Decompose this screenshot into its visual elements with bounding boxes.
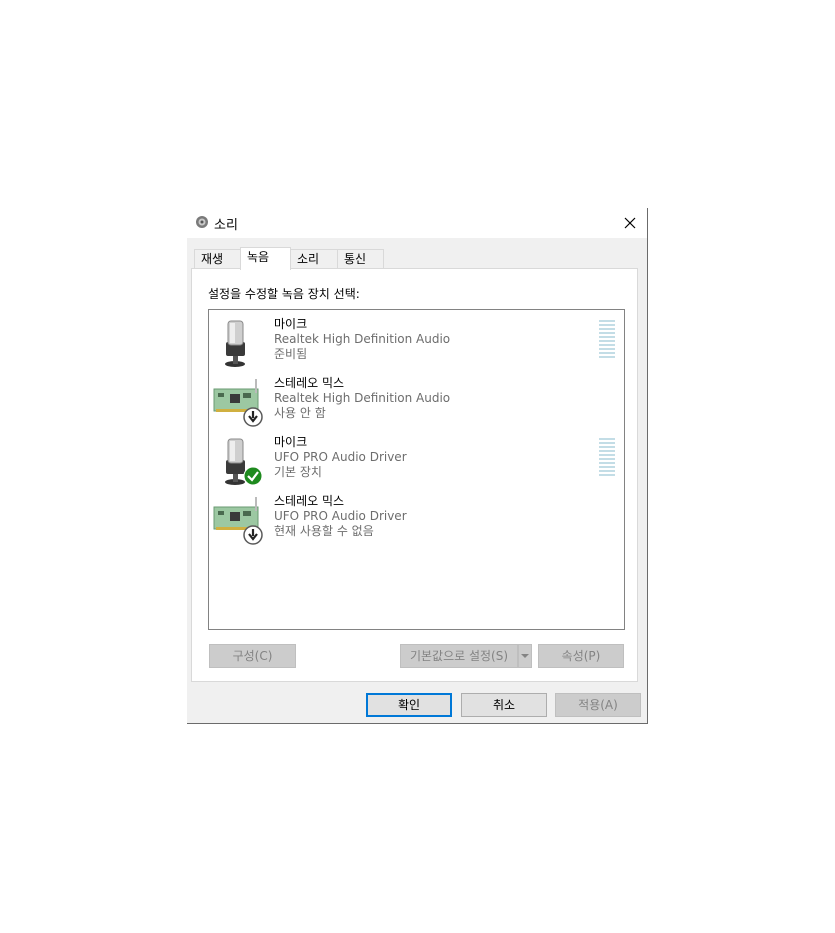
tab-playback[interactable]: 재생 [194,249,241,269]
sound-dialog: 소리 재생 녹음 소리 통신 설정을 수정할 녹음 장치 선택: 마이크 Rea… [187,208,648,724]
device-item-mic-ufo[interactable]: 마이크 UFO PRO Audio Driver 기본 장치 [209,434,624,493]
device-status: 준비됨 [274,347,308,361]
speaker-icon [196,216,208,228]
device-name: 스테레오 믹스 [274,376,345,390]
title-bar: 소리 [187,208,647,238]
device-driver: UFO PRO Audio Driver [274,509,407,523]
device-item-stereo-mix-realtek[interactable]: 스테레오 믹스 Realtek High Definition Audio 사용… [209,375,624,434]
device-text: 스테레오 믹스 Realtek High Definition Audio 사용… [274,376,450,421]
device-driver: Realtek High Definition Audio [274,391,451,405]
close-button[interactable] [613,208,647,238]
set-default-button[interactable]: 기본값으로 설정(S) [400,644,518,668]
device-item-mic-realtek[interactable]: 마이크 Realtek High Definition Audio 준비됨 [209,316,624,375]
device-item-stereo-mix-ufo[interactable]: 스테레오 믹스 UFO PRO Audio Driver 현재 사용할 수 없음 [209,493,624,552]
tab-communications[interactable]: 통신 [337,249,384,269]
device-text: 마이크 UFO PRO Audio Driver 기본 장치 [274,435,407,480]
device-name: 마이크 [274,435,308,449]
instruction-text: 설정을 수정할 녹음 장치 선택: [208,287,360,301]
level-meter [599,438,615,478]
close-icon [624,217,636,229]
device-text: 마이크 Realtek High Definition Audio 준비됨 [274,317,450,362]
configure-button[interactable]: 구성(C) [209,644,296,668]
microphone-icon [225,438,263,486]
device-status: 현재 사용할 수 없음 [274,524,374,538]
device-text: 스테레오 믹스 UFO PRO Audio Driver 현재 사용할 수 없음 [274,494,407,539]
device-driver: Realtek High Definition Audio [274,332,451,346]
recording-panel: 설정을 수정할 녹음 장치 선택: 마이크 Realtek High Defin… [191,268,638,682]
apply-button[interactable]: 적용(A) [555,693,641,717]
chevron-down-icon [521,654,529,658]
tab-label: 소리 [297,252,320,266]
ok-button[interactable]: 확인 [366,693,452,717]
tab-label: 녹음 [247,250,270,264]
cancel-button[interactable]: 취소 [461,693,547,717]
level-meter [599,320,615,360]
tab-label: 통신 [344,252,367,266]
window-title: 소리 [214,218,238,233]
device-name: 마이크 [274,317,308,331]
properties-button[interactable]: 속성(P) [538,644,624,668]
device-list[interactable]: 마이크 Realtek High Definition Audio 준비됨 스테… [208,309,625,630]
sound-card-icon [213,379,263,427]
tab-recording[interactable]: 녹음 [240,247,291,270]
device-status: 사용 안 함 [274,406,326,420]
device-driver: UFO PRO Audio Driver [274,450,407,464]
sound-card-icon [213,497,263,545]
device-status: 기본 장치 [274,465,322,479]
tab-label: 재생 [201,252,224,266]
tab-sounds[interactable]: 소리 [290,249,338,269]
device-name: 스테레오 믹스 [274,494,345,508]
set-default-dropdown[interactable] [518,644,532,668]
microphone-icon [225,320,245,367]
